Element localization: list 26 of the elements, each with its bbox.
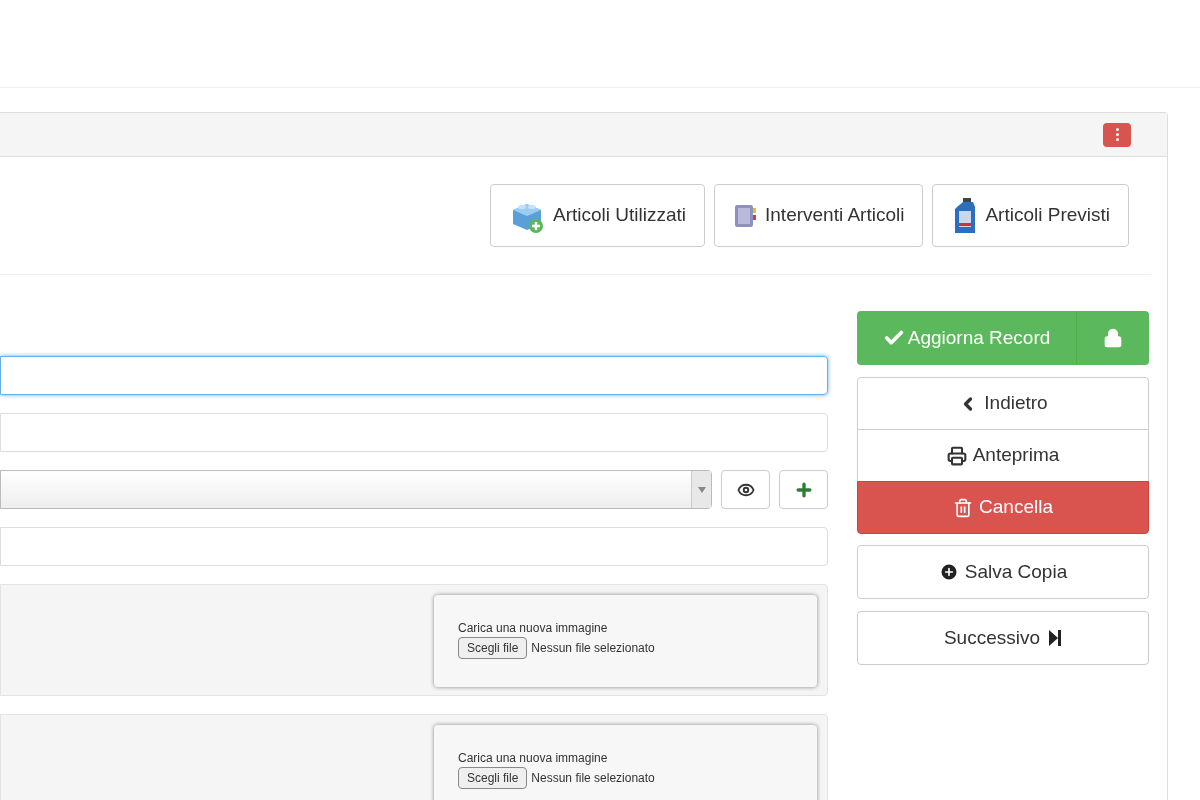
trash-icon xyxy=(953,497,974,518)
toolbar-button[interactable]: Interventi Articoli xyxy=(714,184,924,247)
choose-file-button[interactable]: Scegli file xyxy=(458,637,528,659)
skip-forward-icon xyxy=(1048,629,1063,647)
action-button[interactable]: Anteprima xyxy=(857,429,1149,482)
toolbar-button[interactable]: Articoli Previsti xyxy=(932,184,1129,247)
select-field[interactable] xyxy=(0,470,712,509)
plus-circle-icon xyxy=(938,562,959,582)
text-field[interactable] xyxy=(0,356,828,395)
action-button[interactable]: Indietro xyxy=(857,377,1149,430)
file-status: Nessun file selezionato xyxy=(531,640,655,657)
more-options-button[interactable] xyxy=(1103,122,1131,147)
next-button[interactable]: Successivo xyxy=(857,611,1149,665)
add-button[interactable] xyxy=(779,470,828,509)
book-icon xyxy=(733,202,757,229)
view-button[interactable] xyxy=(721,470,770,509)
printer-icon xyxy=(946,445,967,466)
upload-caption: Carica una nuova immagine xyxy=(458,750,609,767)
toolbar-button[interactable]: Articoli Utilizzati xyxy=(490,184,705,247)
save-copy-button[interactable]: Salva Copia xyxy=(857,545,1149,599)
upload-caption: Carica una nuova immagine xyxy=(458,620,609,637)
file-status: Nessun file selezionato xyxy=(531,770,655,787)
lock-icon xyxy=(1103,328,1123,348)
dropdown-arrow-icon xyxy=(697,486,706,493)
delete-button[interactable]: Cancella xyxy=(857,481,1149,534)
choose-file-button[interactable]: Scegli file xyxy=(458,767,528,789)
